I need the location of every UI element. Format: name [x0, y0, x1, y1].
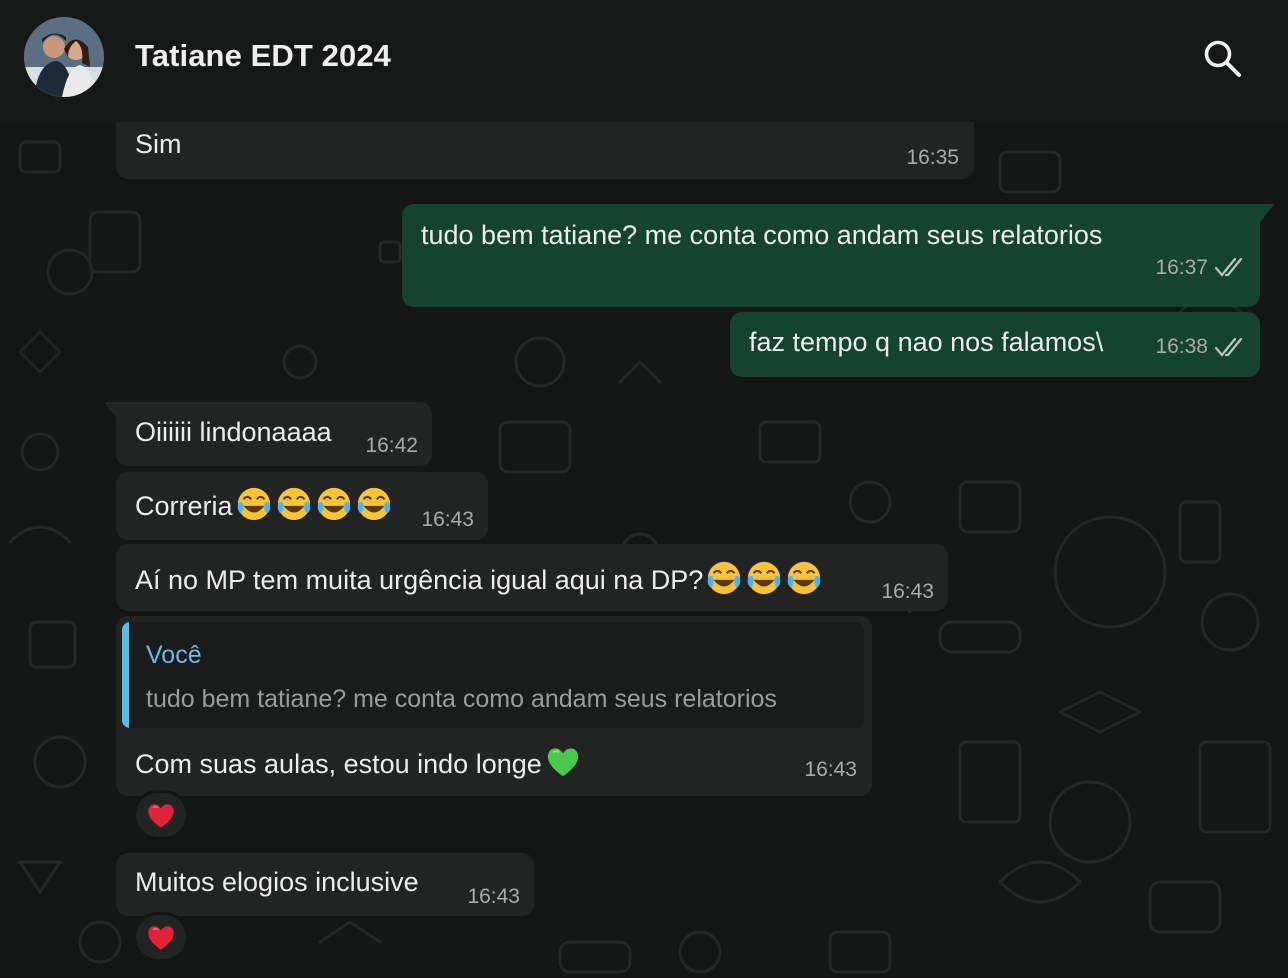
quote-author: Você [146, 641, 202, 669]
incoming-reply-message[interactable]: Você tudo bem tatiane? me conta como and… [116, 616, 872, 796]
reaction-badge[interactable] [133, 912, 189, 962]
read-receipt-icon [1214, 257, 1243, 277]
tears-of-joy-emoji [748, 561, 781, 595]
message-text: faz tempo q nao nos falamos\ [749, 327, 1104, 357]
quote-text: tudo bem tatiane? me conta como andam se… [146, 685, 777, 713]
message-time: 16:42 [365, 434, 418, 457]
message-text: Oiiiiii lindonaaaa [135, 417, 332, 447]
red-heart-icon [148, 804, 174, 828]
message-text: Aí no MP tem muita urgência igual aqui n… [135, 559, 823, 597]
tears-of-joy-emoji [708, 561, 741, 595]
message-time: 16:43 [804, 758, 857, 781]
message-time: 16:35 [906, 146, 959, 169]
tears-of-joy-emoji [237, 487, 270, 521]
chat-title: Tatiane EDT 2024 [135, 38, 392, 73]
green-heart-emoji [547, 748, 578, 777]
tears-of-joy-emoji [277, 487, 310, 521]
quoted-message[interactable]: Você tudo bem tatiane? me conta como and… [122, 622, 864, 728]
incoming-message[interactable]: Oiiiiii lindonaaaa 16:42 [116, 402, 432, 466]
quote-accent-bar [122, 622, 129, 728]
message-text: Correria [135, 485, 393, 523]
tears-of-joy-emoji [357, 487, 390, 521]
incoming-message[interactable]: Correria 16:43 [116, 472, 488, 540]
red-heart-icon [148, 926, 174, 950]
read-receipt-icon [1214, 337, 1243, 357]
bubble-tail [1260, 204, 1274, 222]
message-time: 16:43 [421, 508, 474, 531]
message-text: tudo bem tatiane? me conta como andam se… [421, 220, 1103, 250]
message-text: Sim [135, 129, 182, 159]
search-button[interactable] [1200, 36, 1246, 82]
message-text: Muitos elogios inclusive [135, 867, 419, 897]
outgoing-message[interactable]: tudo bem tatiane? me conta como andam se… [402, 204, 1260, 307]
message-time: 16:38 [1155, 335, 1208, 358]
message-time: 16:43 [881, 580, 934, 603]
incoming-message[interactable]: Sim 16:35 [116, 122, 974, 179]
incoming-message[interactable]: Aí no MP tem muita urgência igual aqui n… [116, 544, 948, 611]
message-time: 16:43 [467, 885, 520, 908]
tears-of-joy-emoji [788, 561, 821, 595]
tears-of-joy-emoji [317, 487, 350, 521]
message-time: 16:37 [1155, 256, 1208, 279]
reaction-badge[interactable] [133, 790, 189, 840]
contact-avatar[interactable] [24, 17, 104, 97]
message-text: Com suas aulas, estou indo longe [135, 743, 582, 781]
incoming-message[interactable]: Muitos elogios inclusive 16:43 [116, 853, 534, 916]
outgoing-message[interactable]: faz tempo q nao nos falamos\ 16:38 [730, 312, 1260, 377]
chat-header: Tatiane EDT 2024 [0, 0, 1288, 122]
message-list[interactable]: Sim 16:35 tudo bem tatiane? me conta com… [0, 122, 1288, 978]
search-icon [1204, 40, 1241, 77]
